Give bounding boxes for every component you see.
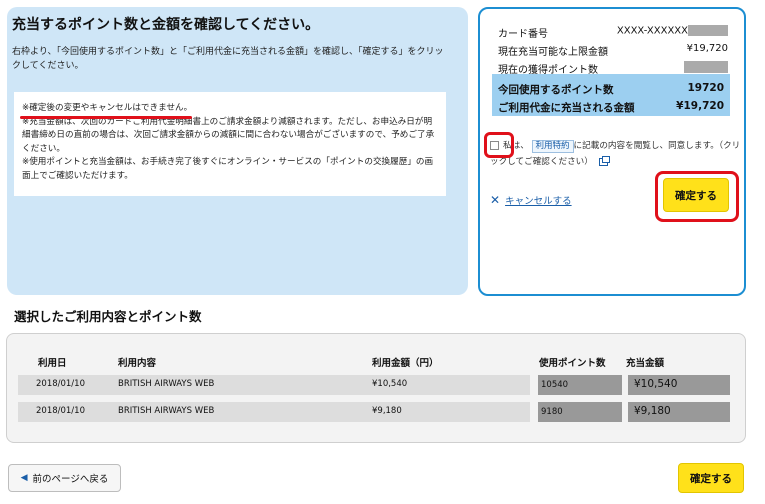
- back-button[interactable]: ◀ 前のページへ戻る: [8, 464, 121, 492]
- cancel-link[interactable]: ✕ キャンセルする: [490, 193, 572, 207]
- row-applied: ¥10,540: [628, 375, 730, 395]
- red-underline-annotation: [20, 115, 192, 119]
- usage-section-title: 選択したご利用内容とポイント数: [14, 309, 202, 324]
- notice-box: ※確定後の変更やキャンセルはできません。 ※充当金額は、次回のカードご利用代金明…: [14, 92, 446, 196]
- points-row: 現在の獲得ポイント数: [498, 61, 728, 76]
- limit-label: 現在充当可能な上限金額: [498, 47, 608, 58]
- applied-amount-label: ご利用代金に充当される金額: [498, 102, 635, 114]
- row-amount: ¥10,540: [372, 379, 408, 389]
- row-points: 9180: [538, 402, 622, 422]
- external-link-icon[interactable]: [598, 155, 610, 166]
- card-number-label: カード番号: [498, 29, 548, 40]
- limit-value: ¥19,720: [686, 43, 728, 54]
- use-points-row: 今回使用するポイント数 19720: [498, 82, 724, 96]
- row-applied: ¥9,180: [628, 402, 730, 422]
- row-merchant: BRITISH AIRWAYS WEB: [118, 379, 215, 389]
- back-label: 前のページへ戻る: [32, 474, 109, 485]
- close-icon: ✕: [490, 193, 501, 207]
- row-merchant: BRITISH AIRWAYS WEB: [118, 406, 215, 416]
- col-header-applied: 充当金額: [626, 358, 665, 369]
- terms-link[interactable]: 利用特約: [531, 140, 574, 153]
- row-date: 2018/01/10: [36, 379, 85, 389]
- redacted-block: [684, 61, 728, 73]
- checkbox-red-annotation: [484, 132, 514, 158]
- notice-deduction: ※充当金額は、次回のカードご利用代金明細書上のご請求金額より減額されます。ただし…: [22, 116, 435, 154]
- card-number-row: カード番号 XXXX-XXXXXX: [498, 25, 728, 40]
- instruction-text: 右枠より、「今回使用するポイント数」と「ご利用代金に充当される金額」を確認し、「…: [12, 47, 444, 71]
- col-header-amount: 利用金額（円）: [372, 358, 439, 369]
- card-number-value: XXXX-XXXXXX: [616, 25, 688, 37]
- bottom-confirm-button[interactable]: 確定する: [678, 463, 744, 493]
- row-points: 10540: [538, 375, 622, 395]
- applied-amount-row: ご利用代金に充当される金額 ¥19,720: [498, 100, 724, 114]
- col-header-points: 使用ポイント数: [539, 358, 606, 369]
- applied-amount-value: ¥19,720: [676, 100, 724, 112]
- use-points-label: 今回使用するポイント数: [498, 84, 614, 96]
- notice-no-cancel: ※確定後の変更やキャンセルはできません。: [22, 103, 193, 113]
- limit-row: 現在充当可能な上限金額 ¥19,720: [498, 43, 728, 58]
- use-points-value: 19720: [687, 82, 724, 94]
- col-header-merchant: 利用内容: [118, 358, 157, 369]
- terms-agreement: 私は、 利用特約 に記載の内容を閲覧し、同意します。（クリックしてご確認ください）: [490, 138, 742, 170]
- notice-history: ※使用ポイントと充当金額は、お手続き完了後すぐにオンライン・サービスの「ポイント…: [22, 157, 434, 181]
- chevron-left-icon: ◀: [20, 473, 28, 483]
- row-date: 2018/01/10: [36, 406, 85, 416]
- row-amount: ¥9,180: [372, 406, 402, 416]
- confirm-button[interactable]: 確定する: [663, 178, 729, 212]
- page-title: 充当するポイント数と金額を確認してください。: [12, 17, 320, 33]
- cancel-label: キャンセルする: [505, 196, 572, 207]
- table-row: 2018/01/10 BRITISH AIRWAYS WEB ¥10,540 1…: [18, 375, 730, 395]
- col-header-date: 利用日: [38, 358, 67, 369]
- redacted-block: [688, 25, 728, 36]
- table-row: 2018/01/10 BRITISH AIRWAYS WEB ¥9,180 91…: [18, 402, 730, 422]
